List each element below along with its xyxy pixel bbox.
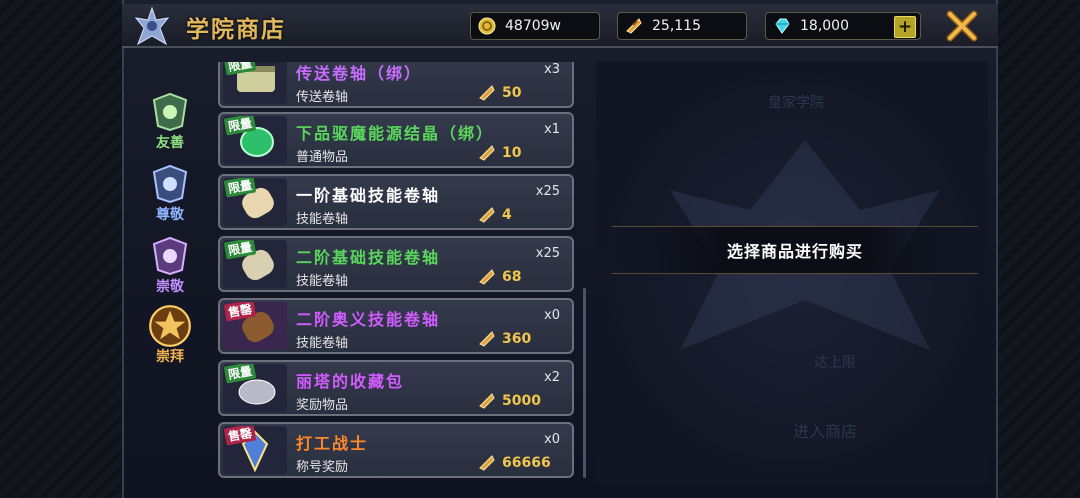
plus-icon[interactable]: + xyxy=(894,16,916,38)
item-name: 丽塔的收藏包 xyxy=(296,372,405,391)
item-thumbnail: 售罄 xyxy=(223,302,287,350)
ticket-icon xyxy=(479,331,495,347)
item-thumbnail: 限量 xyxy=(223,62,287,104)
item-quantity: x0 xyxy=(544,432,560,447)
ticket-icon xyxy=(479,269,495,285)
item-type: 技能卷轴 xyxy=(296,274,349,289)
select-item-prompt: 选择商品进行购买 xyxy=(726,242,863,261)
ghost-limit: 达上限 xyxy=(814,355,856,371)
item-price: 50 xyxy=(502,85,522,101)
item-quantity: x3 xyxy=(544,62,560,77)
item-price: 5000 xyxy=(502,393,541,409)
item-thumbnail: 限量 xyxy=(223,364,287,412)
item-name: 打工战士 xyxy=(296,434,369,453)
item-thumbnail: 限量 xyxy=(223,240,287,288)
close-icon[interactable] xyxy=(946,10,978,42)
gem-amount: 18,000 xyxy=(800,18,849,34)
item-type: 普通物品 xyxy=(296,150,349,165)
list-item[interactable]: 限量 一阶基础技能卷轴 技能卷轴 x25 4 xyxy=(218,174,574,230)
ticket-icon xyxy=(479,207,495,223)
list-item[interactable]: 售罄 二阶奥义技能卷轴 技能卷轴 x0 360 xyxy=(218,298,574,354)
gold-currency: 48709w xyxy=(470,12,600,40)
ticket-icon xyxy=(479,455,495,471)
tab-exalted[interactable]: 崇拜 xyxy=(140,304,200,368)
item-price: 66666 xyxy=(502,455,551,471)
item-thumbnail: 限量 xyxy=(223,178,287,226)
left-decoration xyxy=(0,0,122,498)
ticket-icon xyxy=(624,16,644,36)
tab-label: 友善 xyxy=(156,135,184,151)
ghost-enter-button: 进入商店 xyxy=(793,422,858,441)
ticket-icon xyxy=(479,145,495,161)
gold-coin-icon xyxy=(477,16,497,36)
tab-revered[interactable]: 崇敬 xyxy=(140,236,200,300)
item-thumbnail: 限量 xyxy=(223,116,287,164)
tab-respected[interactable]: 尊敬 xyxy=(140,164,200,228)
respected-rank-icon xyxy=(152,164,188,204)
item-type: 技能卷轴 xyxy=(296,212,349,227)
revered-rank-icon xyxy=(152,236,188,276)
item-price: 360 xyxy=(502,331,532,347)
item-name: 一阶基础技能卷轴 xyxy=(296,186,441,205)
item-type: 技能卷轴 xyxy=(296,336,349,351)
tab-label: 崇拜 xyxy=(156,349,184,365)
item-price: 4 xyxy=(502,207,512,223)
item-name: 二阶基础技能卷轴 xyxy=(296,248,441,267)
tab-label: 尊敬 xyxy=(156,207,184,223)
list-item[interactable]: 限量 下品驱魔能源结晶（绑） 普通物品 x1 10 xyxy=(218,112,574,168)
item-name: 下品驱魔能源结晶（绑） xyxy=(296,124,495,143)
gold-amount: 48709w xyxy=(505,18,561,34)
item-thumbnail: 售罄 xyxy=(223,426,287,474)
ticket-currency: 25,115 xyxy=(617,12,747,40)
item-quantity: x25 xyxy=(535,246,560,261)
friendly-rank-icon xyxy=(152,92,188,132)
tab-label: 崇敬 xyxy=(156,279,184,295)
item-type: 奖励物品 xyxy=(296,398,349,413)
ticket-icon xyxy=(479,85,495,101)
item-type: 称号奖励 xyxy=(296,460,349,475)
right-decoration xyxy=(998,0,1080,498)
item-price: 10 xyxy=(502,145,522,161)
item-type: 传送卷轴 xyxy=(296,90,349,105)
item-name: 传送卷轴（绑） xyxy=(296,64,423,83)
list-item[interactable]: 限量 二阶基础技能卷轴 技能卷轴 x25 68 xyxy=(218,236,574,292)
exalted-rank-icon xyxy=(149,305,191,347)
list-item[interactable]: 售罄 打工战士 称号奖励 x0 66666 xyxy=(218,422,574,478)
list-scrollbar[interactable] xyxy=(583,288,586,478)
item-quantity: x2 xyxy=(544,370,560,385)
item-price: 68 xyxy=(502,269,522,285)
list-item[interactable]: 限量 丽塔的收藏包 奖励物品 x2 5000 xyxy=(218,360,574,416)
item-quantity: x0 xyxy=(544,308,560,323)
gem-icon xyxy=(772,16,792,36)
list-item[interactable]: 限量 传送卷轴（绑） 传送卷轴 x3 50 xyxy=(218,62,574,108)
item-name: 二阶奥义技能卷轴 xyxy=(296,310,441,329)
ticket-amount: 25,115 xyxy=(652,18,701,34)
page-title: 学院商店 xyxy=(186,17,286,43)
emblem-icon xyxy=(134,6,170,46)
item-list[interactable]: 限量 传送卷轴（绑） 传送卷轴 x3 50 限量 下品驱魔能源结晶（绑） 普通物… xyxy=(218,62,578,484)
ghost-title: 皇家学院 xyxy=(768,95,824,111)
item-quantity: x25 xyxy=(535,184,560,199)
item-quantity: x1 xyxy=(544,122,560,137)
tab-friendly[interactable]: 友善 xyxy=(140,92,200,156)
ticket-icon xyxy=(479,393,495,409)
